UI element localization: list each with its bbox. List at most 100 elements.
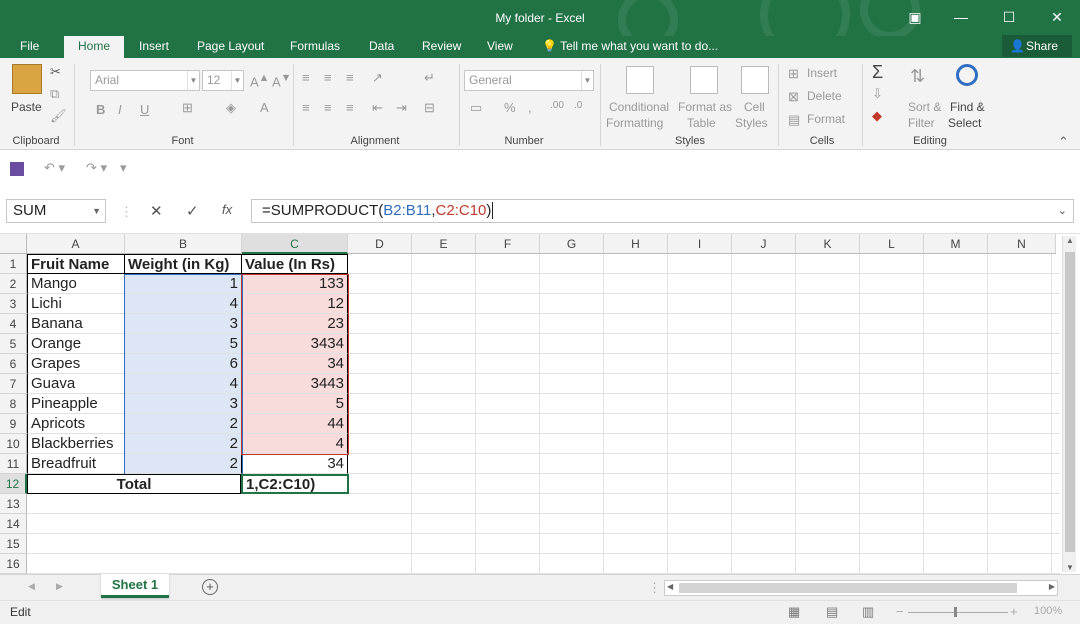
- tab-data[interactable]: Data: [365, 36, 398, 58]
- row-header-6[interactable]: 6: [0, 354, 27, 374]
- column-header-f[interactable]: F: [476, 234, 540, 254]
- scroll-right-icon[interactable]: ▶: [1049, 582, 1055, 591]
- fill-icon[interactable]: ⇩: [872, 86, 883, 102]
- sort-filter-label-1[interactable]: Sort &: [908, 100, 941, 114]
- align-center-icon[interactable]: ≡: [324, 100, 332, 115]
- currency-icon[interactable]: ▭: [470, 100, 482, 116]
- increase-decimal-icon[interactable]: .00: [550, 100, 564, 111]
- row-header-4[interactable]: 4: [0, 314, 27, 334]
- horizontal-scroll-thumb[interactable]: [679, 583, 1017, 593]
- underline-icon[interactable]: U: [140, 102, 149, 117]
- zoom-slider-thumb[interactable]: [954, 607, 957, 617]
- format-cells-button[interactable]: Format: [807, 112, 845, 126]
- font-size-select[interactable]: 12 ▼: [202, 70, 244, 91]
- paste-button[interactable]: Paste: [11, 100, 42, 114]
- row-header-15[interactable]: 15: [0, 534, 27, 554]
- align-right-icon[interactable]: ≡: [346, 100, 354, 115]
- row-header-13[interactable]: 13: [0, 494, 27, 514]
- paste-icon[interactable]: [12, 64, 42, 94]
- table-cell[interactable]: Banana: [27, 314, 125, 334]
- column-header-l[interactable]: L: [860, 234, 924, 254]
- insert-function-icon[interactable]: fx: [222, 202, 232, 217]
- font-family-select[interactable]: Arial ▼: [90, 70, 200, 91]
- empty-cells-area[interactable]: [27, 494, 348, 574]
- percent-icon[interactable]: %: [504, 100, 516, 115]
- decrease-font-icon[interactable]: A▼: [272, 72, 291, 89]
- row-header-5[interactable]: 5: [0, 334, 27, 354]
- undo-icon[interactable]: ↶ ▾: [44, 160, 65, 176]
- zoom-level[interactable]: 100%: [1034, 605, 1062, 617]
- cell-styles-icon[interactable]: [741, 66, 769, 94]
- format-as-table-icon[interactable]: [690, 66, 718, 94]
- horizontal-scrollbar[interactable]: ◀ ▶: [664, 580, 1058, 596]
- row-header-10[interactable]: 10: [0, 434, 27, 454]
- table-header-cell[interactable]: Weight (in Kg): [124, 254, 242, 274]
- format-cells-icon[interactable]: ▤: [788, 112, 800, 128]
- next-sheet-icon[interactable]: ▶: [56, 581, 63, 592]
- conditional-formatting-icon[interactable]: [626, 66, 654, 94]
- page-layout-view-icon[interactable]: ▤: [826, 604, 838, 620]
- close-icon[interactable]: ✕: [1034, 0, 1080, 34]
- decrease-decimal-icon[interactable]: .0: [574, 100, 582, 111]
- find-select-label-1[interactable]: Find &: [950, 100, 985, 114]
- row-header-11[interactable]: 11: [0, 454, 27, 474]
- table-cell[interactable]: Blackberries: [27, 434, 125, 454]
- number-format-select[interactable]: General ▼: [464, 70, 594, 91]
- tab-insert[interactable]: Insert: [135, 36, 173, 58]
- select-all-corner[interactable]: [0, 234, 27, 254]
- borders-icon[interactable]: ⊞: [182, 100, 193, 116]
- autosum-icon[interactable]: Σ: [872, 62, 883, 83]
- insert-cells-icon[interactable]: ⊞: [788, 66, 799, 82]
- align-left-icon[interactable]: ≡: [302, 100, 310, 115]
- find-select-label-2[interactable]: Select: [948, 116, 981, 130]
- column-header-c[interactable]: C: [242, 234, 348, 254]
- scroll-down-icon[interactable]: ▼: [1063, 563, 1077, 572]
- format-as-table-label-1[interactable]: Format as: [678, 100, 732, 114]
- table-cell[interactable]: 34: [242, 454, 348, 474]
- table-cell[interactable]: Grapes: [27, 354, 125, 374]
- row-header-2[interactable]: 2: [0, 274, 27, 294]
- column-header-n[interactable]: N: [988, 234, 1056, 254]
- column-header-k[interactable]: K: [796, 234, 860, 254]
- tell-me-box[interactable]: 💡 Tell me what you want to do...: [538, 36, 722, 58]
- italic-icon[interactable]: I: [118, 102, 122, 117]
- row-header-7[interactable]: 7: [0, 374, 27, 394]
- customize-qat-icon[interactable]: ▾: [120, 160, 127, 176]
- row-header-1[interactable]: 1: [0, 254, 27, 274]
- vertical-scroll-thumb[interactable]: [1065, 252, 1075, 552]
- zoom-in-icon[interactable]: +: [1010, 604, 1018, 619]
- fill-color-icon[interactable]: ◈: [226, 100, 236, 116]
- delete-cells-button[interactable]: Delete: [807, 89, 842, 103]
- add-sheet-icon[interactable]: +: [202, 579, 218, 595]
- table-cell[interactable]: Lichi: [27, 294, 125, 314]
- share-button[interactable]: 👤 Share: [1002, 35, 1072, 57]
- column-header-a[interactable]: A: [27, 234, 125, 254]
- collapse-ribbon-icon[interactable]: ⌃: [1058, 134, 1069, 150]
- table-header-cell[interactable]: Value (In Rs): [241, 254, 348, 274]
- previous-sheet-icon[interactable]: ◀: [28, 581, 35, 592]
- merge-center-icon[interactable]: ⊟: [424, 100, 435, 116]
- insert-cells-button[interactable]: Insert: [807, 66, 837, 80]
- name-box[interactable]: SUM ▼: [6, 199, 106, 223]
- table-cell[interactable]: Mango: [27, 274, 125, 294]
- find-select-icon[interactable]: [956, 64, 978, 86]
- row-header-14[interactable]: 14: [0, 514, 27, 534]
- table-cell[interactable]: Orange: [27, 334, 125, 354]
- column-header-i[interactable]: I: [668, 234, 732, 254]
- conditional-formatting-label-2[interactable]: Formatting: [606, 116, 663, 130]
- sheet-tab-sheet-1[interactable]: Sheet 1: [101, 574, 169, 598]
- row-header-16[interactable]: 16: [0, 554, 27, 574]
- increase-font-icon[interactable]: A▲: [250, 72, 269, 89]
- row-header-3[interactable]: 3: [0, 294, 27, 314]
- scroll-left-icon[interactable]: ◀: [667, 582, 673, 591]
- scroll-up-icon[interactable]: ▲: [1063, 236, 1077, 245]
- tab-page-layout[interactable]: Page Layout: [193, 36, 268, 58]
- table-cell[interactable]: Apricots: [27, 414, 125, 434]
- zoom-slider[interactable]: [908, 607, 1008, 617]
- table-cell[interactable]: Guava: [27, 374, 125, 394]
- active-cell-c12[interactable]: 1,C2:C10): [241, 474, 349, 494]
- empty-cells-area[interactable]: [348, 254, 1060, 574]
- sort-filter-icon[interactable]: ⇅: [910, 66, 925, 87]
- column-header-h[interactable]: H: [604, 234, 668, 254]
- align-top-icon[interactable]: ≡: [302, 70, 310, 85]
